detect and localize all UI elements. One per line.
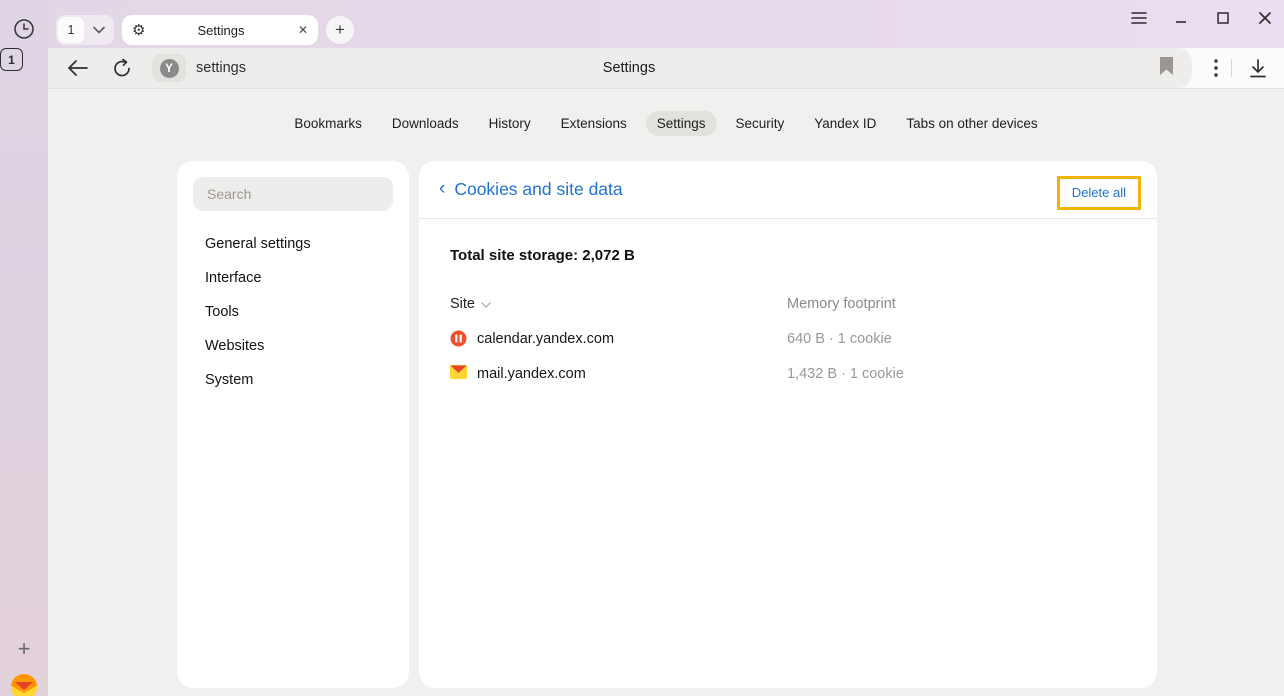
nav-tab-other-devices[interactable]: Tabs on other devices [895,111,1048,136]
nav-tab-yandex-id[interactable]: Yandex ID [803,111,887,136]
sidebar-item-interface[interactable]: Interface [177,261,409,295]
chevron-down-icon[interactable] [84,26,114,34]
browser-window: 1 ⚙ Settings ✕ + [0,0,1284,696]
back-chevron-icon[interactable]: ‹ [439,178,445,200]
settings-nav-tabs: Bookmarks Downloads History Extensions S… [48,111,1284,136]
calendar-icon [450,330,467,347]
omnibox[interactable]: Y settings Settings [48,48,1192,88]
cookies-body: Total site storage: 2,072 B Site Memory … [419,219,1157,382]
minimize-icon[interactable] [1172,9,1190,27]
cookies-header: ‹ Cookies and site data Delete all [419,161,1157,219]
left-sidebar-rail: 1 + ••• [0,48,48,696]
rail-add-icon[interactable]: + [0,636,48,662]
tab-strip-bar: 1 ⚙ Settings ✕ + [0,0,1284,48]
settings-page: Bookmarks Downloads History Extensions S… [48,88,1284,696]
memory-footprint: 1,432 B · 1 cookie [787,366,1126,382]
sidebar-item-system[interactable]: System [177,363,409,397]
column-header-site[interactable]: Site [450,296,787,312]
delete-all-label: Delete all [1072,185,1126,200]
table-row[interactable]: mail.yandex.com 1,432 B · 1 cookie [450,365,1126,382]
bookmark-icon[interactable] [1159,56,1174,76]
nav-tab-downloads[interactable]: Downloads [381,111,470,136]
column-header-memory: Memory footprint [787,296,1126,312]
close-icon[interactable] [1256,9,1274,27]
search-input[interactable] [207,186,379,202]
tab-strip: 1 ⚙ Settings ✕ + [56,15,354,45]
cookies-title[interactable]: Cookies and site data [454,179,622,200]
sidebar-item-tools[interactable]: Tools [177,295,409,329]
menu-icon[interactable] [1130,9,1148,27]
history-clock-icon[interactable] [0,16,48,42]
new-tab-button[interactable]: + [326,16,354,44]
settings-sidebar: General settings Interface Tools Website… [177,161,409,688]
window-controls [1130,8,1274,28]
page-title: Settings [66,60,1192,76]
sidebar-item-websites[interactable]: Websites [177,329,409,363]
maximize-icon[interactable] [1214,9,1232,27]
address-bar-row: Y settings Settings [48,48,1284,88]
rail-tab-count-icon[interactable]: 1 [0,48,23,71]
site-column-label: Site [450,296,475,312]
cookies-panel: ‹ Cookies and site data Delete all Total… [419,161,1157,688]
site-table: Site Memory footprint [450,296,1126,382]
sort-chevron-icon [481,302,491,308]
nav-tab-settings[interactable]: Settings [646,111,717,136]
sidebar-item-general-settings[interactable]: General settings [177,227,409,261]
search-box[interactable] [193,177,393,211]
tab-settings[interactable]: ⚙ Settings ✕ [122,15,318,45]
table-row[interactable]: calendar.yandex.com 640 B · 1 cookie [450,330,1126,347]
tab-count-chip[interactable]: 1 [56,15,114,45]
site-name: calendar.yandex.com [477,331,614,347]
yandex-mail-icon[interactable] [0,672,48,696]
sidebar-items: General settings Interface Tools Website… [177,227,409,397]
memory-footprint: 640 B · 1 cookie [787,331,1126,347]
kebab-menu-icon[interactable] [1201,59,1231,77]
gear-icon: ⚙ [132,21,152,39]
mail-icon [450,365,467,382]
download-icon[interactable] [1232,59,1284,78]
address-bar-actions [1192,48,1284,88]
delete-all-button[interactable]: Delete all [1057,176,1141,210]
nav-tab-security[interactable]: Security [725,111,796,136]
nav-tab-extensions[interactable]: Extensions [550,111,638,136]
tab-close-icon[interactable]: ✕ [290,23,308,37]
tab-count-badge[interactable]: 1 [58,17,84,43]
tab-title: Settings [152,23,290,38]
table-header-row: Site Memory footprint [450,296,1126,312]
nav-tab-bookmarks[interactable]: Bookmarks [283,111,373,136]
nav-tab-history[interactable]: History [478,111,542,136]
total-storage-text: Total site storage: 2,072 B [450,247,1126,264]
site-name: mail.yandex.com [477,366,586,382]
